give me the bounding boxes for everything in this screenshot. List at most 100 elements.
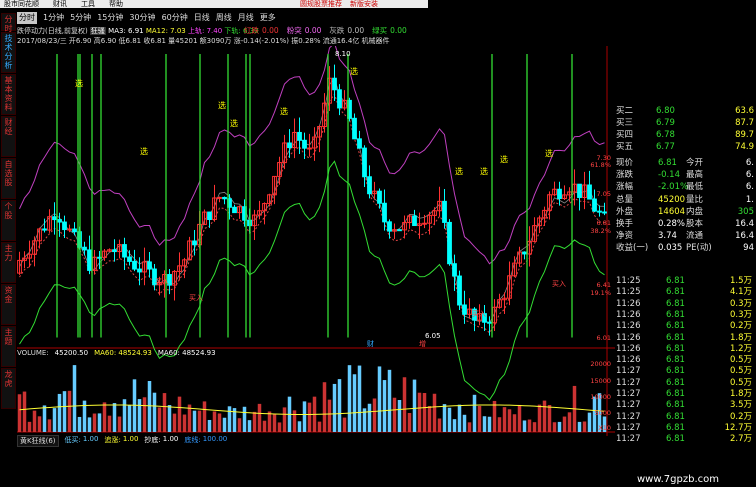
volume-bar bbox=[337, 379, 342, 432]
left-tab[interactable]: 龙虎 bbox=[1, 368, 16, 409]
menu-item[interactable]: 股市同花顺 bbox=[4, 0, 39, 8]
indicator-item-label: 低买: bbox=[64, 436, 81, 444]
volume-bar bbox=[367, 403, 372, 432]
volume-bar bbox=[577, 421, 582, 432]
stat-label: 量比 bbox=[686, 194, 704, 205]
candle-body bbox=[67, 228, 72, 231]
tick-time: 11:27 bbox=[616, 389, 641, 399]
volume-bar bbox=[467, 422, 472, 432]
indicator-name[interactable]: 黄K狂线(6) bbox=[17, 435, 59, 447]
indicator-info-line: 跌停动力(日线,前复权) 狂骚 MA3: 6.91 MA12: 7.03 上轨:… bbox=[17, 26, 259, 36]
bid-row[interactable]: 买四 6.78 89.7 bbox=[614, 129, 756, 141]
indicator-item-value: 1.00 bbox=[162, 435, 179, 443]
menu-item[interactable]: 财讯 bbox=[53, 0, 67, 8]
tick-price: 6.81 bbox=[666, 411, 685, 422]
stat-label: 最高 bbox=[686, 170, 704, 181]
candle-body bbox=[422, 222, 427, 225]
left-tab[interactable]: 资金 bbox=[1, 284, 16, 325]
left-tab[interactable]: 主力 bbox=[1, 242, 16, 283]
stat-value: 1. bbox=[745, 194, 754, 205]
volume-axis-label: 10000 bbox=[590, 393, 611, 401]
tick-price: 6.81 bbox=[666, 355, 685, 366]
period-tab[interactable]: 更多 bbox=[260, 12, 276, 24]
volume-bar bbox=[27, 421, 32, 432]
candle-body bbox=[217, 196, 222, 199]
bid-row[interactable]: 买三 6.79 87.7 bbox=[614, 117, 756, 129]
candle-body bbox=[207, 211, 212, 221]
period-tabs: 分时 1分钟 5分钟 15分钟 30分钟 60分钟 日线 周线 月线 更多 bbox=[17, 12, 317, 24]
tick-price: 6.81 bbox=[666, 287, 685, 298]
volume-bar bbox=[452, 419, 457, 432]
volume-bar bbox=[382, 380, 387, 432]
promo-link[interactable]: 圆规股票推荐 bbox=[300, 0, 342, 8]
candle-body bbox=[487, 321, 492, 324]
left-tab[interactable]: 技术分析 bbox=[1, 32, 16, 73]
left-tab[interactable]: 分时 bbox=[1, 13, 16, 33]
volume-bar bbox=[407, 413, 412, 432]
volume-bar bbox=[97, 413, 102, 432]
candle-body bbox=[62, 221, 67, 231]
status-value: 0.00 bbox=[390, 26, 407, 35]
period-tab[interactable]: 30分钟 bbox=[129, 12, 155, 24]
left-tab[interactable]: 基本资料 bbox=[1, 74, 16, 115]
stat-value: 45200 bbox=[658, 194, 686, 205]
candle-body bbox=[297, 131, 302, 141]
tick-volume: 3.5万 bbox=[729, 400, 752, 411]
lower-band-line bbox=[19, 160, 605, 401]
bid-row[interactable]: 买二 6.80 63.6 bbox=[614, 105, 756, 117]
volume-ma60a: MA60: 48524.93 bbox=[94, 349, 152, 357]
left-tab[interactable]: 个股 bbox=[1, 200, 16, 241]
volume-bar bbox=[457, 404, 462, 432]
candle-body bbox=[287, 142, 292, 149]
tick-volume: 1.5万 bbox=[729, 276, 752, 286]
bid-price: 6.80 bbox=[656, 106, 675, 116]
volume-axis-label: 15000 bbox=[590, 377, 611, 385]
buy-label: 买入 bbox=[155, 278, 169, 286]
select-signal-label: 选 bbox=[455, 166, 463, 176]
tick-price: 6.81 bbox=[666, 276, 685, 286]
stat-label: 净资 bbox=[616, 231, 634, 242]
period-tab[interactable]: 60分钟 bbox=[162, 12, 188, 24]
menu-item[interactable]: 工具 bbox=[81, 0, 95, 8]
period-tab[interactable]: 分时 bbox=[17, 12, 37, 24]
buy-label: 买入 bbox=[472, 310, 486, 318]
volume-bar bbox=[162, 393, 167, 432]
left-tab[interactable]: 财经 bbox=[1, 116, 16, 157]
status-label: 红跌 bbox=[244, 26, 259, 35]
volume-bar bbox=[292, 410, 297, 432]
stat-value: -2.01% bbox=[658, 182, 689, 193]
volume-bar bbox=[587, 412, 592, 432]
menu-item[interactable]: 帮助 bbox=[109, 0, 123, 8]
volume-bar bbox=[527, 419, 532, 432]
trade-tick-row: 11:26 6.81 0.2万 bbox=[614, 321, 756, 332]
period-tab[interactable]: 15分钟 bbox=[97, 12, 123, 24]
candle-body bbox=[57, 219, 62, 223]
volume-bar bbox=[372, 398, 377, 432]
trade-tick-row: 11:25 6.81 4.1万 bbox=[614, 287, 756, 298]
promo-link[interactable]: 新版安装 bbox=[350, 0, 378, 8]
select-signal-label: 选 bbox=[230, 118, 238, 128]
left-tab[interactable]: 自选股 bbox=[1, 158, 16, 199]
indicator-header: 黄K狂线(6) 低买: 1.00 追涨: 1.00 抄底: 1.00 底线: 100.00 bbox=[17, 435, 227, 447]
period-tab[interactable]: 周线 bbox=[216, 12, 232, 24]
period-tab[interactable]: 5分钟 bbox=[70, 12, 91, 24]
candle-body bbox=[382, 202, 387, 223]
price-axis-label: 6.81 bbox=[597, 219, 611, 227]
bid-volume: 89.7 bbox=[735, 130, 754, 140]
volume-bar bbox=[17, 394, 22, 432]
volume-bar bbox=[172, 413, 177, 432]
indicator-item-label: 追涨: bbox=[104, 436, 121, 444]
period-tab[interactable]: 1分钟 bbox=[43, 12, 64, 24]
volume-bar bbox=[482, 416, 487, 432]
candle-body bbox=[137, 268, 142, 273]
quote-stat-row: 涨跌 -0.14 最高 6. bbox=[614, 169, 756, 181]
candle-body bbox=[377, 190, 382, 204]
period-tab[interactable]: 日线 bbox=[194, 12, 210, 24]
quote-stat-row: 总量 45200 量比 1. bbox=[614, 194, 756, 206]
kline-chart-area[interactable]: 选选选选选选 选选选选8.106.05财 增买入买入买入买入7.3061.8%7.0… bbox=[17, 46, 615, 436]
bid-row[interactable]: 买五 6.77 74.9 bbox=[614, 141, 756, 153]
volume-axis-label: X10 bbox=[598, 424, 611, 432]
left-tab[interactable]: 主题 bbox=[1, 326, 16, 367]
period-tab[interactable]: 月线 bbox=[238, 12, 254, 24]
tick-price: 6.81 bbox=[666, 434, 685, 445]
